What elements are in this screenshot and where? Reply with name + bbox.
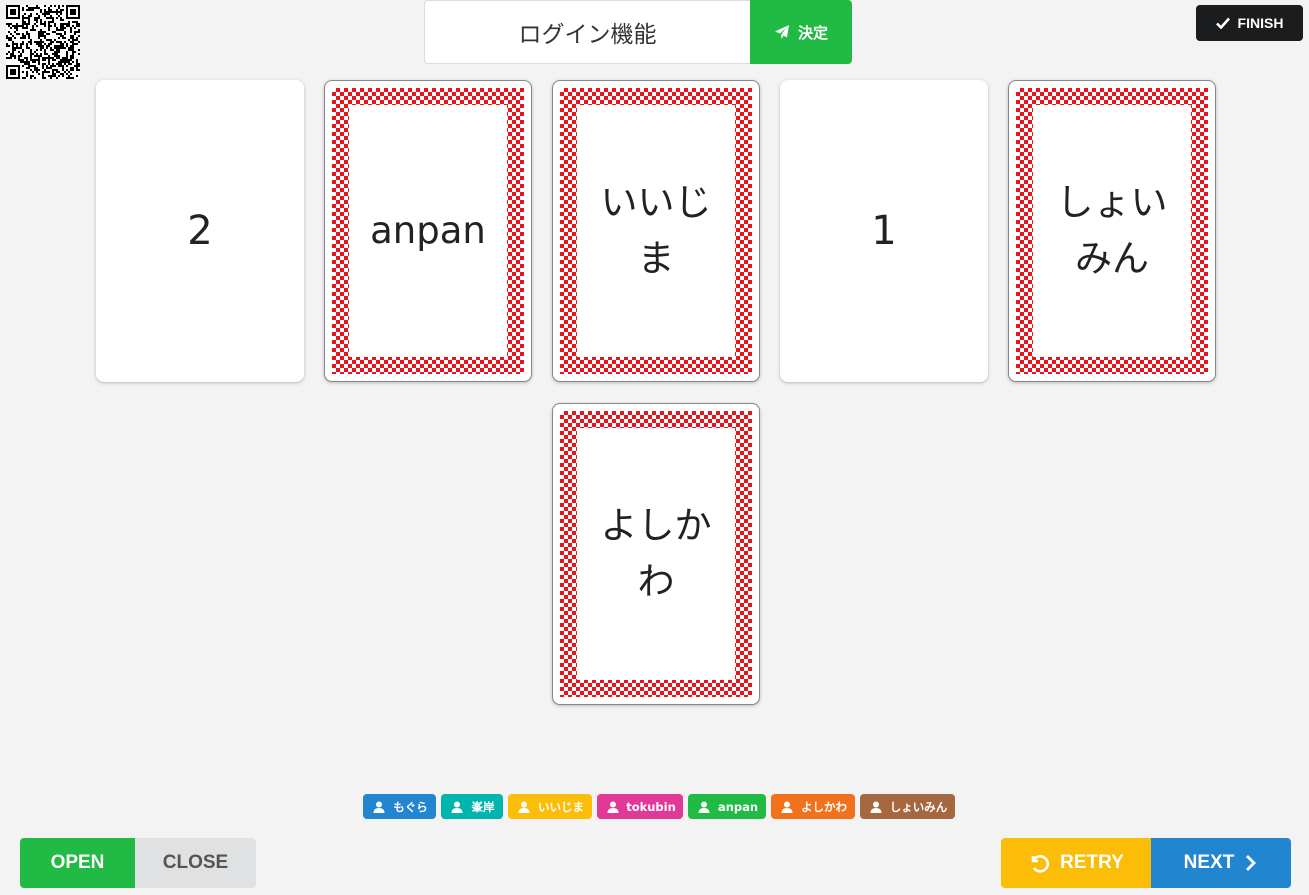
card[interactable]: しょいみん bbox=[1008, 80, 1216, 382]
card-label: いいじま bbox=[600, 181, 712, 280]
user-icon bbox=[607, 801, 619, 813]
card-label: anpan bbox=[370, 209, 486, 252]
participant-name: よしかわ bbox=[801, 799, 847, 814]
close-button[interactable]: CLOSE bbox=[135, 838, 256, 888]
card[interactable]: よしかわ bbox=[552, 403, 760, 705]
open-close-group: OPEN CLOSE bbox=[20, 838, 256, 888]
finish-button[interactable]: FINISH bbox=[1196, 5, 1303, 41]
card-label: 2 bbox=[187, 208, 213, 254]
next-label: NEXT bbox=[1183, 852, 1235, 873]
paper-plane-icon bbox=[774, 25, 789, 39]
retry-button[interactable]: RETRY bbox=[1001, 838, 1151, 888]
retry-next-group: RETRY NEXT bbox=[1001, 838, 1291, 888]
participant-tag: tokubin bbox=[597, 794, 683, 819]
topic-field[interactable]: ログイン機能 bbox=[424, 0, 750, 64]
card[interactable]: 2 bbox=[96, 80, 304, 382]
user-icon bbox=[451, 801, 463, 813]
open-button[interactable]: OPEN bbox=[20, 838, 135, 888]
decide-button[interactable]: 決定 bbox=[750, 0, 852, 64]
finish-label: FINISH bbox=[1237, 15, 1284, 31]
decide-label: 決定 bbox=[797, 23, 828, 42]
participant-name: anpan bbox=[717, 799, 759, 814]
participant-list: もぐら 峯岸 いいじま tokubin anpan よしかわ しょいみん bbox=[363, 794, 955, 819]
participant-tag: しょいみん bbox=[860, 794, 955, 819]
participant-name: しょいみん bbox=[889, 799, 948, 814]
card-label: 1 bbox=[871, 208, 897, 254]
card[interactable]: anpan bbox=[324, 80, 532, 382]
participant-tag: 峯岸 bbox=[441, 794, 503, 819]
user-icon bbox=[870, 801, 882, 813]
card[interactable]: 1 bbox=[780, 80, 988, 382]
user-icon bbox=[373, 801, 385, 813]
participant-name: 峯岸 bbox=[471, 799, 495, 814]
retry-label: RETRY bbox=[1060, 852, 1124, 873]
participant-tag: よしかわ bbox=[771, 794, 855, 819]
undo-icon bbox=[1031, 855, 1050, 873]
participant-name: tokubin bbox=[626, 799, 676, 814]
chevron-right-icon bbox=[1246, 855, 1257, 871]
participant-name: もぐら bbox=[393, 799, 428, 814]
user-icon bbox=[698, 801, 710, 813]
participant-tag: もぐら bbox=[363, 794, 436, 819]
participant-name: いいじま bbox=[538, 799, 584, 814]
next-button[interactable]: NEXT bbox=[1151, 838, 1291, 888]
card-label: しょいみん bbox=[1056, 181, 1168, 280]
user-icon bbox=[781, 801, 793, 813]
qr-code-icon bbox=[6, 5, 80, 79]
topic-bar: ログイン機能 決定 bbox=[424, 0, 852, 64]
participant-tag: いいじま bbox=[508, 794, 592, 819]
participant-tag: anpan bbox=[688, 794, 766, 819]
check-icon bbox=[1215, 17, 1230, 29]
card-label: よしかわ bbox=[600, 504, 712, 603]
card[interactable]: いいじま bbox=[552, 80, 760, 382]
user-icon bbox=[518, 801, 530, 813]
